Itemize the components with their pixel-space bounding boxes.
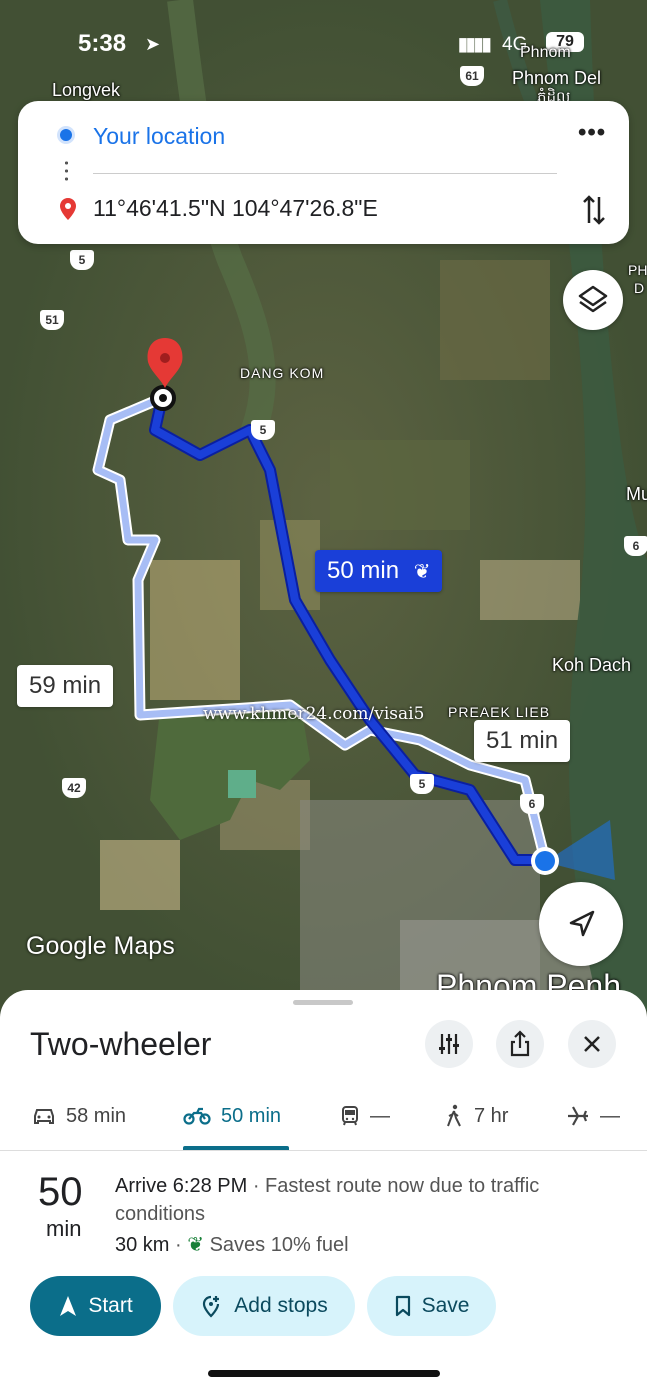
layers-button[interactable]	[563, 270, 623, 330]
tab-flight[interactable]: —	[566, 1096, 620, 1136]
save-button[interactable]: Save	[367, 1276, 496, 1336]
eco-leaf-icon: ❦	[187, 1234, 205, 1256]
origin-dot-icon	[60, 129, 72, 141]
directions-sheet: Two-wheeler 58 min 50 min — 7 hr — 50 mi…	[0, 990, 647, 1400]
recenter-button[interactable]	[539, 882, 623, 966]
watermark: www.khmer24.com/visai5	[203, 704, 425, 724]
route-time-alt[interactable]: 59 min	[17, 665, 114, 707]
road-shield: 6	[624, 536, 647, 556]
route-time-main-label: 50 min	[327, 557, 400, 584]
road-shield: 5	[410, 774, 434, 794]
route-distance-row: 30 km · ❦ Saves 10% fuel	[115, 1234, 349, 1256]
route-distance: 30 km	[115, 1234, 170, 1256]
sheet-title: Two-wheeler	[30, 1026, 212, 1062]
share-button[interactable]	[496, 1020, 544, 1068]
add-location-icon	[203, 1295, 220, 1318]
destination-field[interactable]: 11°46'41.5"N 104°47'26.8"E	[93, 195, 378, 222]
tab-label: 50 min	[221, 1105, 282, 1127]
drag-handle[interactable]	[293, 1000, 353, 1005]
duration-unit: min	[46, 1216, 82, 1241]
transit-icon	[342, 1106, 358, 1126]
route-summary: Arrive 6:28 PM · Fastest route now due t…	[115, 1172, 615, 1228]
share-icon	[510, 1030, 530, 1057]
cellular-signal-icon: ▮▮▮▮	[458, 34, 492, 54]
eco-leaf-icon: ❦	[413, 561, 431, 583]
map-view[interactable]: 5:38 ➤ ▮▮▮▮ 4G 79 Longvek Phnom Del Phno…	[0, 0, 647, 1010]
place-label: PREAEK LIEB	[448, 704, 551, 720]
road-shield: 61	[460, 66, 484, 86]
directions-search-card: Your location ••• 11°46'41.5"N 104°47'26…	[18, 101, 629, 244]
tab-walk[interactable]: 7 hr	[444, 1096, 508, 1136]
add-stops-button[interactable]: Add stops	[173, 1276, 355, 1336]
route-options-button[interactable]	[425, 1020, 473, 1068]
start-button[interactable]: Start	[30, 1276, 161, 1336]
home-indicator[interactable]	[208, 1370, 440, 1377]
place-label: DANG KOM	[240, 365, 325, 381]
more-options-button[interactable]: •••	[578, 119, 606, 147]
flight-icon	[568, 1106, 588, 1126]
arrival-time: Arrive 6:28 PM	[115, 1175, 248, 1197]
active-tab-indicator	[183, 1146, 289, 1150]
travel-mode-tabs: 58 min 50 min — 7 hr —	[0, 1086, 647, 1151]
place-label: Phnom	[520, 44, 571, 61]
route-time-alt[interactable]: 51 min	[474, 720, 571, 762]
tab-label: 58 min	[66, 1105, 127, 1127]
walk-icon	[447, 1104, 461, 1127]
close-icon	[584, 1036, 600, 1052]
close-button[interactable]	[568, 1020, 616, 1068]
tab-two-wheeler[interactable]: 50 min	[183, 1096, 281, 1136]
road-shield: 42	[62, 778, 86, 798]
road-shield: 5	[251, 420, 275, 440]
road-shield: 51	[40, 310, 64, 330]
save-label: Save	[421, 1294, 470, 1317]
car-icon	[34, 1109, 54, 1124]
google-maps-logo: Google Maps	[26, 932, 175, 960]
tab-label: 7 hr	[474, 1105, 509, 1127]
tab-label: —	[600, 1105, 620, 1127]
motorcycle-icon	[183, 1107, 211, 1125]
divider	[93, 173, 557, 174]
tab-transit[interactable]: —	[340, 1096, 390, 1136]
route-time-main[interactable]: 50 min ❦	[315, 550, 443, 592]
road-shield: 6	[520, 794, 544, 814]
place-label: Koh Dach	[552, 655, 632, 675]
tab-label: —	[370, 1105, 390, 1127]
fuel-saving: Saves 10% fuel	[209, 1234, 349, 1256]
place-label: Longvek	[52, 80, 121, 100]
route-connector-icon	[65, 159, 68, 185]
navigation-arrow-icon	[569, 910, 595, 937]
add-stops-label: Add stops	[234, 1294, 328, 1317]
location-services-icon: ➤	[145, 34, 161, 54]
place-label: D	[634, 280, 645, 296]
status-time: 5:38	[78, 30, 127, 57]
place-label: PH	[628, 262, 647, 278]
sliders-icon	[439, 1034, 459, 1054]
origin-field[interactable]: Your location	[93, 123, 225, 150]
road-shield: 5	[70, 250, 94, 270]
tab-car[interactable]: 58 min	[32, 1096, 126, 1136]
bookmark-icon	[395, 1295, 410, 1317]
place-label: Phnom Del	[512, 68, 602, 88]
place-label: Mu	[626, 484, 647, 504]
duration-number: 50	[38, 1170, 83, 1214]
navigation-icon	[60, 1296, 77, 1316]
start-label: Start	[88, 1294, 133, 1317]
layers-icon	[578, 285, 608, 313]
